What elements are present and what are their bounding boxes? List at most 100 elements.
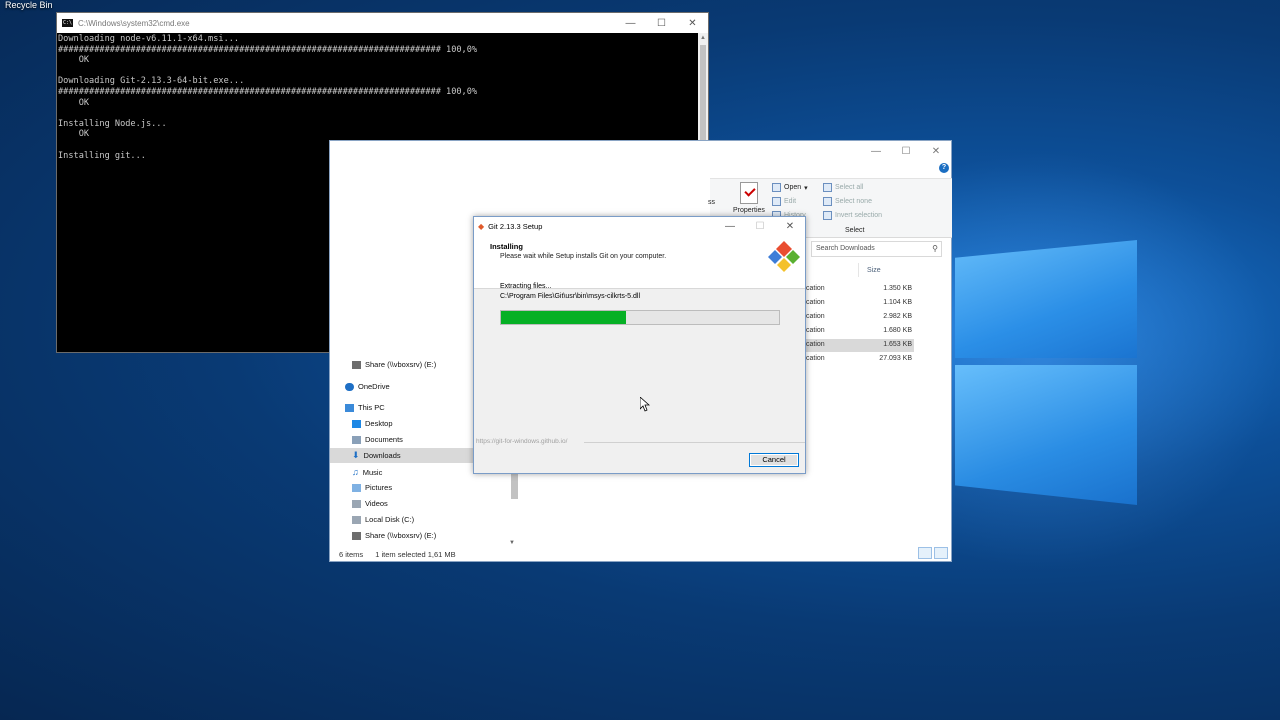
scroll-thumb[interactable] (511, 471, 518, 499)
file-row[interactable]: cation 27.093 KB (802, 353, 914, 366)
close-icon[interactable]: ✕ (921, 141, 951, 161)
music-icon: ♫ (352, 467, 359, 477)
file-row[interactable]: cation 1.653 KB (802, 339, 914, 352)
maximize-icon[interactable]: ☐ (646, 13, 677, 33)
nav-this-pc[interactable]: This PC (345, 403, 385, 412)
properties-button[interactable]: Properties (733, 207, 765, 214)
edit-icon (772, 197, 781, 206)
nav-label: Music (362, 467, 383, 477)
recycle-bin-label[interactable]: Recycle Bin (5, 0, 53, 10)
documents-icon (352, 435, 361, 444)
file-type: cation (806, 313, 825, 320)
edit-button[interactable]: Edit (772, 197, 796, 206)
file-row[interactable]: cation 2.982 KB (802, 311, 914, 324)
nav-share-top[interactable]: Share (\\vboxsrv) (E:) (352, 360, 436, 369)
explorer-title-bar[interactable]: — ☐ ✕ (330, 141, 951, 161)
cmd-icon: C:\ (62, 19, 73, 27)
file-size: 1.350 KB (883, 285, 912, 292)
cmd-title: C:\Windows\system32\cmd.exe (78, 18, 190, 28)
download-arrow-icon: ⬇ (352, 450, 360, 460)
git-setup-dialog[interactable]: ◆ Git 2.13.3 Setup — ☐ ✕ Installing Plea… (473, 216, 806, 474)
videos-icon (352, 499, 361, 508)
cmd-line: OK (58, 55, 90, 66)
nav-pictures[interactable]: Pictures (352, 483, 392, 492)
status-bar: 6 items 1 item selected 1,61 MB (339, 550, 456, 559)
large-icons-view-icon[interactable] (934, 547, 948, 559)
open-icon (772, 183, 781, 192)
git-title-bar[interactable]: ◆ Git 2.13.3 Setup — ☐ ✕ (474, 217, 805, 235)
nav-onedrive[interactable]: OneDrive (345, 382, 390, 391)
invert-selection-button[interactable]: Invert selection (823, 211, 882, 220)
git-subheading: Please wait while Setup installs Git on … (500, 253, 667, 260)
details-view-icon[interactable] (918, 547, 932, 559)
desktop-icon (352, 419, 361, 428)
install-progress-bar (500, 310, 780, 325)
file-type: cation (806, 285, 825, 292)
file-row[interactable]: cation 1.350 KB (802, 283, 914, 296)
nav-label: Share (\\vboxsrv) (E:) (365, 360, 437, 369)
file-row[interactable]: cation 1.104 KB (802, 297, 914, 310)
scroll-down-icon[interactable]: ▼ (509, 540, 515, 546)
nav-label: Desktop (365, 419, 393, 428)
file-type: cation (806, 341, 825, 348)
nav-desktop[interactable]: Desktop (352, 419, 393, 428)
maximize-icon[interactable]: ☐ (891, 141, 921, 161)
nav-label: This PC (358, 403, 385, 412)
cloud-icon (345, 382, 354, 391)
nav-local-disk[interactable]: Local Disk (C:) (352, 515, 414, 524)
pictures-icon (352, 483, 361, 492)
disk-icon (352, 515, 361, 524)
nav-label: Videos (365, 499, 388, 508)
open-label: Open (784, 184, 802, 191)
git-header-panel: Installing Please wait while Setup insta… (474, 235, 805, 289)
file-type: cation (806, 299, 825, 306)
nav-share-bottom[interactable]: Share (\\vboxsrv) (E:) (352, 531, 436, 540)
minimize-icon[interactable]: — (715, 217, 745, 235)
select-group-label: Select (845, 227, 865, 234)
git-icon: ◆ (478, 221, 485, 231)
size-column-header[interactable]: Size (867, 267, 881, 274)
git-logo-icon (768, 241, 800, 272)
cancel-button[interactable]: Cancel (749, 453, 799, 467)
nav-label: OneDrive (358, 382, 390, 391)
select-all-button[interactable]: Select all (823, 183, 863, 192)
select-none-label: Select none (835, 198, 872, 205)
computer-icon (345, 403, 354, 412)
nav-label: Share (\\vboxsrv) (E:) (365, 531, 437, 540)
search-input[interactable]: Search Downloads ⚲ (811, 241, 942, 257)
nav-label: Local Disk (C:) (365, 515, 415, 524)
minimize-icon[interactable]: — (861, 141, 891, 161)
column-divider (858, 263, 859, 277)
item-count: 6 items (339, 550, 364, 559)
scroll-up-icon[interactable]: ▲ (698, 33, 708, 43)
cmd-line: OK (58, 129, 90, 140)
open-button[interactable]: Open ▾ (772, 183, 808, 192)
cmd-line: ########################################… (58, 86, 478, 97)
nav-label: Pictures (365, 483, 393, 492)
cmd-line (58, 108, 698, 119)
search-icon[interactable]: ⚲ (932, 244, 938, 253)
cmd-line: Installing Node.js... (58, 118, 167, 129)
select-all-label: Select all (835, 184, 864, 191)
edit-label: Edit (784, 198, 797, 205)
close-icon[interactable]: ✕ (677, 13, 708, 33)
cmd-title-bar[interactable]: C:\ C:\Windows\system32\cmd.exe — ☐ ✕ (57, 13, 708, 33)
select-none-button[interactable]: Select none (823, 197, 872, 206)
close-icon[interactable]: ✕ (775, 217, 805, 235)
git-heading: Installing (490, 242, 523, 251)
file-size: 1.653 KB (883, 341, 912, 348)
ribbon-partial-label: ss (708, 199, 715, 206)
file-type: cation (806, 355, 825, 362)
maximize-icon: ☐ (755, 220, 765, 232)
nav-music[interactable]: ♫ Music (352, 467, 382, 477)
nav-documents[interactable]: Documents (352, 435, 403, 444)
help-icon[interactable]: ? (939, 163, 949, 173)
minimize-icon[interactable]: — (615, 13, 646, 33)
nav-videos[interactable]: Videos (352, 499, 388, 508)
file-size: 27.093 KB (879, 355, 912, 362)
cmd-line: ########################################… (58, 44, 478, 55)
nav-scrollbar[interactable]: ▼ (509, 471, 519, 546)
properties-icon[interactable] (740, 182, 758, 204)
network-drive-icon (352, 531, 361, 540)
file-row[interactable]: cation 1.680 KB (802, 325, 914, 338)
